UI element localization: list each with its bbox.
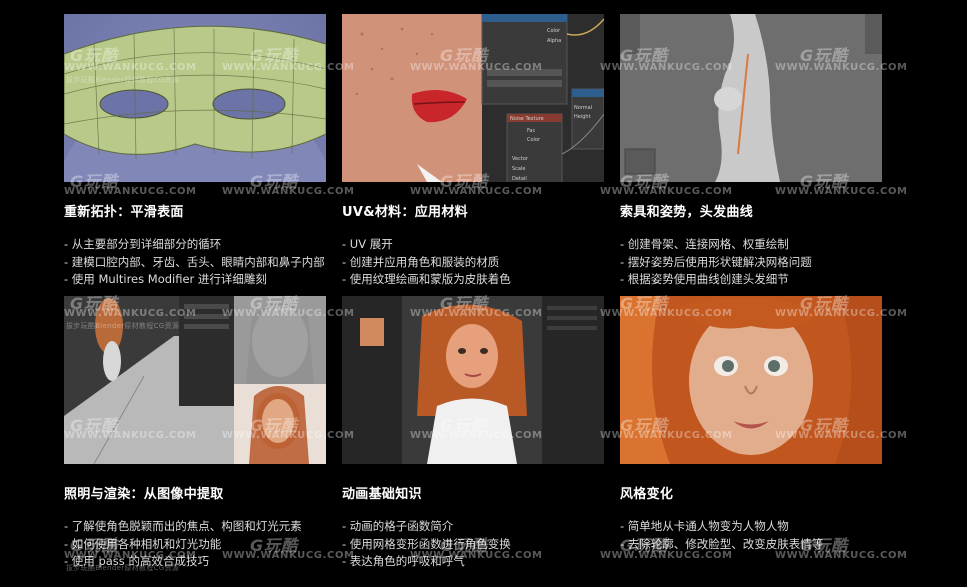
course-card-rigging: 索具和姿势，头发曲线 - 创建骨架、连接网格、权重绘制 - 摆好姿势后使用形状键…: [620, 14, 882, 289]
animation-scene-illustration: [342, 296, 604, 464]
bullet-item: - 使用 pass 的高效合成技巧: [64, 554, 209, 568]
node-label: Normal: [574, 105, 592, 111]
bullet-item: - 创建骨架、连接网格、权重绘制: [620, 237, 789, 251]
stylized-portrait-illustration: [620, 296, 882, 464]
node-label: Fac: [527, 128, 535, 134]
node-label: Detail: [512, 176, 527, 182]
bullet-item: - UV 展开: [342, 237, 393, 251]
thumbnail-lighting-render: [64, 296, 326, 464]
lighting-scene-illustration: [64, 296, 326, 464]
bullet-item: - 使用 Multires Modifier 进行详细雕刻: [64, 272, 267, 286]
mask-mesh-illustration: [64, 25, 326, 182]
thumbnail-mask-retopology: [64, 14, 326, 182]
bullet-item: - 动画的格子函数简介: [342, 519, 454, 533]
course-card-uv-materials: Color Alpha Noise Texture Fac Color Normal Hei…: [342, 14, 604, 289]
node-label: Scale: [512, 166, 525, 172]
bullet-item: - 如何使用各种相机和灯光功能: [64, 536, 222, 551]
course-card-animation: 动画基础知识 - 动画的格子函数简介 - 使用网格变形函数进行角色变换 - 表达…: [342, 296, 604, 571]
card-title: 动画基础知识: [342, 487, 422, 502]
face-and-node-editor-illustration: Color Alpha Noise Texture Fac Color Normal Hei…: [342, 14, 604, 182]
thumbnail-stylized-portrait: [620, 296, 882, 464]
course-card-style-variation: 风格变化 - 简单地从卡通人物变为人物人物 - 去除轮廓、修改脸型、改变皮肤表情…: [620, 296, 882, 553]
node-label: Color: [527, 137, 541, 143]
rigged-body-illustration: [620, 14, 882, 182]
card-title: 重新拓扑：平滑表面: [64, 205, 184, 220]
node-label: Vector: [512, 156, 529, 162]
card-bullets: - UV 展开 - 创建并应用角色和服装的材质 - 使用纹理绘画和蒙版为皮肤着色: [342, 236, 604, 289]
card-bullets: - 动画的格子函数简介 - 使用网格变形函数进行角色变换 - 表达角色的呼吸和呼…: [342, 518, 604, 571]
node-label: Noise Texture: [510, 116, 544, 122]
card-bullets: - 简单地从卡通人物变为人物人物 - 去除轮廓、修改脸型、改变皮肤表情等: [620, 518, 882, 553]
card-title: UV&材料：应用材料: [342, 205, 468, 220]
card-title: 照明与渲染：从图像中提取: [64, 487, 224, 502]
thumbnail-animation: [342, 296, 604, 464]
course-card-lighting: 照明与渲染：从图像中提取 - 了解使角色脱颖而出的焦点、构图和灯光元素 - 如何…: [64, 296, 326, 571]
bullet-item: - 简单地从卡通人物变为人物人物: [620, 519, 789, 533]
thumbnail-rigged-body: [620, 14, 882, 182]
bullet-item: - 去除轮廓、修改脸型、改变皮肤表情等: [620, 536, 824, 551]
bullet-item: - 根据姿势使用曲线创建头发细节: [620, 272, 789, 286]
card-title: 风格变化: [620, 487, 674, 502]
card-bullets: - 创建骨架、连接网格、权重绘制 - 摆好姿势后使用形状键解决网格问题 - 根据…: [620, 236, 882, 289]
bullet-item: - 创建并应用角色和服装的材质: [342, 254, 500, 269]
bullet-item: - 表达角色的呼吸和呼气: [342, 554, 465, 568]
card-title: 索具和姿势，头发曲线: [620, 205, 754, 220]
card-bullets: - 从主要部分到详细部分的循环 - 建模口腔内部、牙齿、舌头、眼睛内部和鼻子内部…: [64, 236, 326, 289]
node-label: Color: [547, 28, 561, 34]
card-bullets: - 了解使角色脱颖而出的焦点、构图和灯光元素 - 如何使用各种相机和灯光功能 -…: [64, 518, 326, 571]
bullet-item: - 使用网格变形函数进行角色变换: [342, 536, 511, 551]
node-label: Alpha: [547, 38, 561, 44]
course-card-retopology: 重新拓扑：平滑表面 - 从主要部分到详细部分的循环 - 建模口腔内部、牙齿、舌头…: [64, 14, 326, 289]
bullet-item: - 建模口腔内部、牙齿、舌头、眼睛内部和鼻子内部: [64, 254, 325, 269]
bullet-item: - 了解使角色脱颖而出的焦点、构图和灯光元素: [64, 519, 302, 533]
bullet-item: - 从主要部分到详细部分的循环: [64, 237, 222, 251]
thumbnail-face-nodes: Color Alpha Noise Texture Fac Color Normal Hei…: [342, 14, 604, 182]
bullet-item: - 使用纹理绘画和蒙版为皮肤着色: [342, 272, 511, 286]
bullet-item: - 摆好姿势后使用形状键解决网格问题: [620, 254, 812, 269]
node-label: Height: [574, 114, 591, 120]
